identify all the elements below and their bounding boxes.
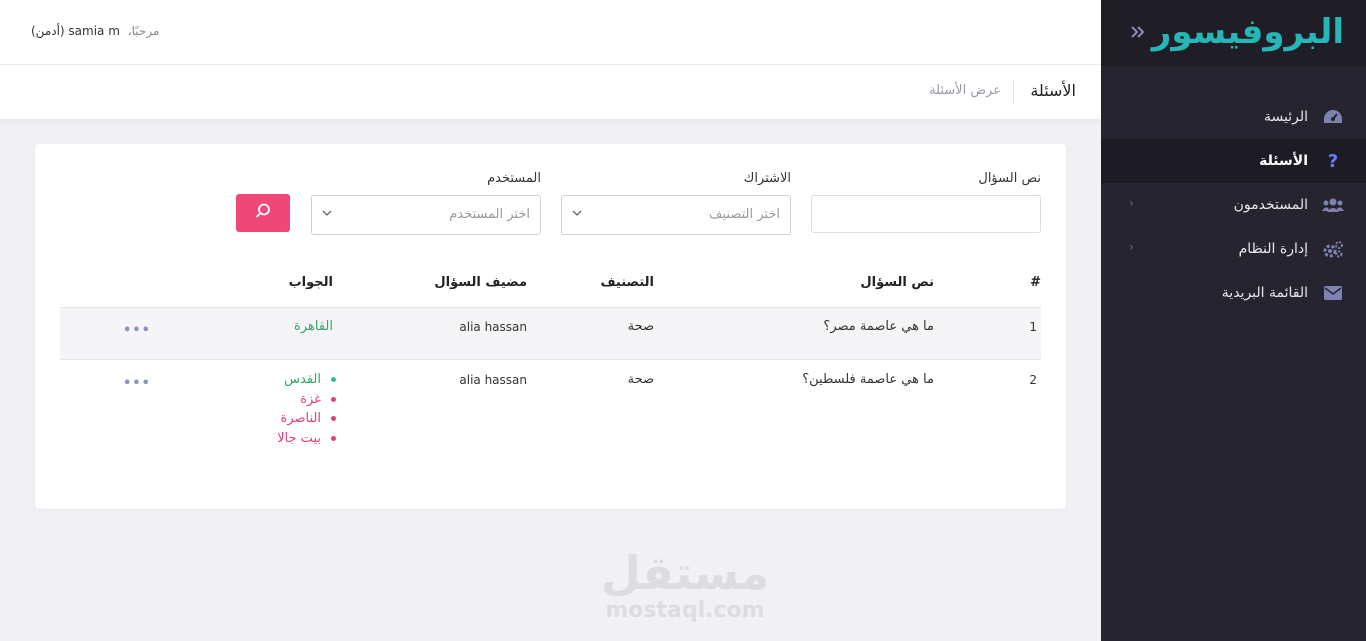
question-text-label: نص السؤال: [978, 171, 1041, 186]
user-select[interactable]: اختر المستخدم: [311, 195, 541, 235]
question-icon: ?: [1327, 150, 1339, 172]
chevron-down-icon: [571, 207, 583, 222]
category-text: صحة: [627, 372, 654, 387]
page-header: الأسئلة عرض الأسئلة: [0, 65, 1101, 119]
user-label: المستخدم: [487, 171, 541, 186]
author-name: alia hassan: [459, 320, 527, 334]
column-header-category: التصنيف: [600, 275, 654, 290]
sidebar-item-label: الأسئلة: [1259, 153, 1308, 169]
answer-option: القدس: [277, 370, 336, 390]
chevron-left-icon: ‹: [1129, 196, 1134, 210]
answer-list: القدس غزة الناصرة بيت جالا: [277, 370, 336, 448]
search-button[interactable]: [236, 194, 290, 232]
row-number: 1: [1029, 320, 1037, 334]
sidebar-item-system[interactable]: إدارة النظام ‹: [1101, 227, 1366, 271]
sidebar-item-label: المستخدمون: [1233, 197, 1308, 213]
watermark: مستقل mostaql.com: [600, 548, 770, 624]
question-text-input[interactable]: [811, 195, 1041, 233]
column-header-answer: الجواب: [288, 275, 333, 290]
sidebar-item-users[interactable]: المستخدمون ‹: [1101, 183, 1366, 227]
sidebar-item-home[interactable]: الرئيسة: [1101, 95, 1366, 139]
search-icon: [254, 202, 272, 224]
sidebar-item-label: القائمة البريدية: [1221, 285, 1308, 301]
user-greeting[interactable]: مرحبًا، samia m (أدمن): [31, 24, 159, 38]
top-header: مرحبًا، samia m (أدمن): [0, 0, 1101, 65]
answer-option: غزة: [277, 390, 336, 410]
column-header-question: نص السؤال: [860, 275, 934, 290]
brand-logo[interactable]: البروفيسور: [1152, 6, 1344, 58]
sidebar-item-label: الرئيسة: [1264, 109, 1308, 125]
column-header-number: #: [1030, 275, 1041, 290]
header-divider: [1013, 80, 1014, 104]
wrong-dot-icon: [331, 396, 336, 402]
page-title: الأسئلة: [1030, 81, 1076, 100]
collapse-sidebar-icon[interactable]: [1127, 22, 1149, 44]
sidebar-item-label: إدارة النظام: [1238, 241, 1308, 257]
dashboard-icon: [1322, 106, 1344, 128]
wrong-dot-icon: [331, 435, 336, 441]
answer-option: بيت جالا: [277, 429, 336, 449]
category-select-value: اختر التصنيف: [709, 207, 780, 222]
correct-dot-icon: [331, 377, 336, 383]
watermark-arabic: مستقل: [600, 546, 770, 600]
sidebar: البروفيسور الرئيسة ? الأسئلة المستخدمون …: [1101, 0, 1366, 641]
question-text: ما هي عاصمة مصر؟: [823, 319, 934, 334]
category-select[interactable]: اختر التصنيف: [561, 195, 791, 235]
more-actions-icon[interactable]: •••: [123, 323, 151, 338]
row-number: 2: [1029, 373, 1037, 387]
greeting-label: مرحبًا،: [127, 24, 160, 38]
user-select-value: اختر المستخدم: [449, 207, 530, 222]
questions-card: نص السؤال الاشتراك اختر التصنيف المستخدم…: [35, 144, 1066, 509]
users-icon: [1322, 194, 1344, 216]
category-text: صحة: [627, 319, 654, 334]
correct-answer: القاهرة: [294, 319, 333, 334]
watermark-latin: mostaql.com: [605, 598, 765, 623]
subscription-label: الاشتراك: [743, 171, 791, 186]
sidebar-item-mailing-list[interactable]: القائمة البريدية: [1101, 271, 1366, 315]
cogs-icon: [1322, 238, 1344, 260]
sidebar-item-questions[interactable]: ? الأسئلة: [1101, 139, 1366, 183]
chevron-left-icon: ‹: [1129, 240, 1134, 254]
sidebar-header: البروفيسور: [1101, 0, 1366, 66]
chevron-down-icon: [321, 207, 333, 222]
sidebar-nav: الرئيسة ? الأسئلة المستخدمون ‹ إدارة الن…: [1101, 95, 1366, 315]
wrong-dot-icon: [331, 416, 336, 422]
user-name: samia m (أدمن): [31, 24, 120, 38]
column-header-author: مضيف السؤال: [434, 275, 527, 290]
breadcrumb: عرض الأسئلة: [929, 83, 1001, 98]
more-actions-icon[interactable]: •••: [123, 376, 151, 391]
answer-option: الناصرة: [277, 409, 336, 429]
question-text: ما هي عاصمة فلسطين؟: [802, 372, 934, 387]
author-name: alia hassan: [459, 373, 527, 387]
envelope-icon: [1322, 282, 1344, 304]
